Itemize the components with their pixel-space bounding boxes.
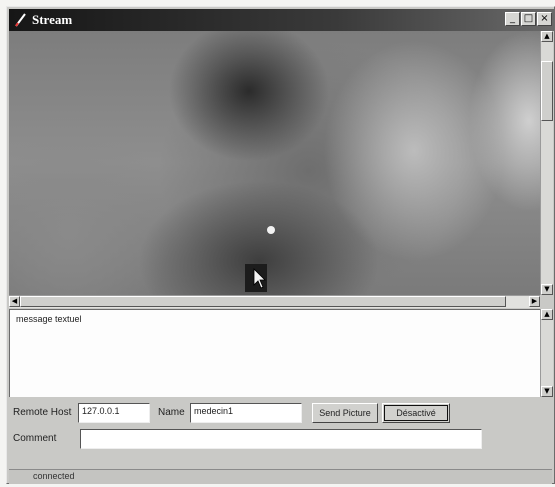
title-bar[interactable]: Stream _ □ × (9, 9, 554, 31)
scroll-down-icon[interactable]: ▼ (541, 284, 553, 295)
message-textarea[interactable]: message textuel (9, 309, 540, 397)
mouse-cursor-icon (245, 264, 267, 292)
message-text: message textuel (16, 314, 82, 324)
scroll-up-icon[interactable]: ▲ (541, 31, 553, 42)
window-controls: _ □ × (505, 12, 552, 26)
send-picture-button[interactable]: Send Picture (312, 403, 378, 423)
message-scroll-down-icon[interactable]: ▼ (541, 386, 553, 397)
deactivate-button[interactable]: Désactivé (382, 403, 450, 423)
comment-label: Comment (13, 433, 57, 444)
close-icon[interactable]: × (537, 12, 552, 26)
maximize-icon[interactable]: □ (521, 12, 536, 26)
video-stream-view[interactable] (9, 31, 540, 295)
name-field[interactable]: medecin1 (190, 403, 302, 423)
message-vertical-scrollbar[interactable]: ▲ ▼ (540, 309, 553, 397)
name-label: Name (158, 407, 185, 418)
pen-icon (13, 12, 29, 28)
remote-host-label: Remote Host (13, 407, 72, 418)
video-vertical-scrollbar[interactable]: ▲ ▼ (540, 31, 553, 295)
hscroll-thumb[interactable] (20, 296, 506, 307)
video-horizontal-scrollbar[interactable]: ◀ ▶ (9, 295, 540, 308)
message-scroll-up-icon[interactable]: ▲ (541, 309, 553, 320)
status-bar: connected (9, 469, 552, 484)
stream-window: Stream _ □ × ▲ ▼ ◀ ▶ message textuel ▲ ▼ (6, 6, 555, 484)
comment-field[interactable] (80, 429, 482, 449)
minimize-icon[interactable]: _ (505, 12, 520, 26)
remote-host-field[interactable]: 127.0.0.1 (78, 403, 150, 423)
scroll-left-icon[interactable]: ◀ (9, 296, 20, 307)
connection-controls: Remote Host 127.0.0.1 Name medecin1 Send… (7, 399, 554, 469)
scroll-right-icon[interactable]: ▶ (529, 296, 540, 307)
window-title: Stream (32, 12, 73, 27)
connection-status: connected (33, 471, 75, 481)
scroll-thumb[interactable] (541, 61, 553, 121)
